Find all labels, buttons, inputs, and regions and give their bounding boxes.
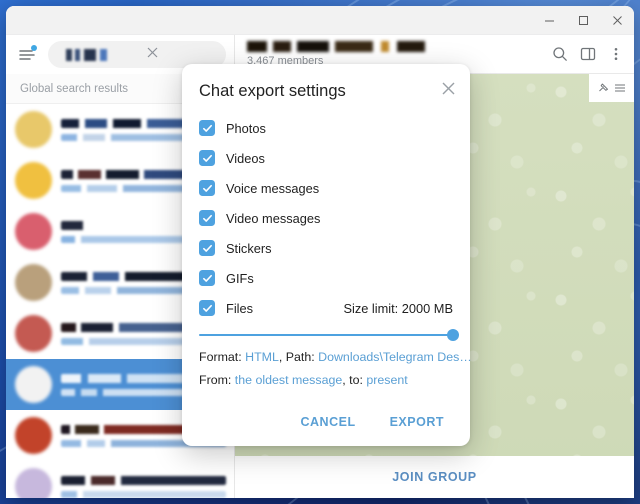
checkbox-files[interactable] bbox=[199, 300, 215, 316]
export-option-row[interactable]: Videos bbox=[199, 143, 453, 173]
close-icon[interactable] bbox=[441, 81, 456, 101]
search-icon[interactable] bbox=[546, 40, 574, 68]
export-options-list: Photos Videos Voice messages Video messages… bbox=[182, 111, 470, 323]
chat-export-settings-dialog: Chat export settings Photos Videos Voice m… bbox=[182, 64, 472, 446]
dialog-actions: CANCEL EXPORT bbox=[182, 410, 470, 446]
close-button[interactable] bbox=[600, 6, 634, 34]
more-vertical-icon[interactable] bbox=[602, 40, 630, 68]
avatar bbox=[15, 111, 52, 148]
to-label: , to: bbox=[342, 373, 367, 387]
chat-list-item[interactable] bbox=[6, 461, 234, 498]
avatar bbox=[15, 468, 52, 498]
export-option-row[interactable]: GIFs bbox=[199, 263, 453, 293]
avatar bbox=[15, 315, 52, 352]
checkbox-video-messages[interactable] bbox=[199, 210, 215, 226]
dialog-title: Chat export settings bbox=[199, 81, 346, 100]
from-to-line: From: the oldest message, to: present bbox=[199, 373, 453, 387]
menu-icon[interactable] bbox=[12, 40, 42, 70]
avatar bbox=[15, 162, 52, 199]
format-path-line: Format: HTML, Path: Downloads\Telegram D… bbox=[199, 350, 472, 364]
maximize-button[interactable] bbox=[566, 6, 600, 34]
minimize-button[interactable] bbox=[532, 6, 566, 34]
window-title-bar bbox=[6, 6, 634, 35]
export-option-row[interactable]: Voice messages bbox=[199, 173, 453, 203]
pin-icon bbox=[599, 83, 608, 91]
export-option-label: Files bbox=[226, 300, 254, 316]
join-group-button[interactable]: JOIN GROUP bbox=[235, 456, 634, 498]
avatar bbox=[15, 366, 52, 403]
export-option-label: Voice messages bbox=[226, 180, 320, 196]
checkbox-videos[interactable] bbox=[199, 150, 215, 166]
format-label: Format: bbox=[199, 350, 246, 364]
size-limit-label: Size limit: 2000 MB bbox=[343, 300, 453, 316]
export-option-label: Photos bbox=[226, 120, 266, 136]
to-value[interactable]: present bbox=[366, 373, 407, 387]
dialog-header: Chat export settings bbox=[182, 64, 470, 111]
export-option-label: GIFs bbox=[226, 270, 254, 286]
path-value[interactable]: Downloads\Telegram Des… bbox=[318, 350, 472, 364]
export-option-row[interactable]: Files Size limit: 2000 MB bbox=[199, 293, 453, 323]
search-input-value bbox=[66, 48, 146, 61]
path-label: , Path: bbox=[278, 350, 319, 364]
avatar bbox=[15, 213, 52, 250]
cancel-button[interactable]: CANCEL bbox=[295, 414, 362, 430]
format-value[interactable]: HTML bbox=[245, 350, 279, 364]
checkbox-gifs[interactable] bbox=[199, 270, 215, 286]
avatar bbox=[15, 264, 52, 301]
from-label: From: bbox=[199, 373, 235, 387]
checkbox-photos[interactable] bbox=[199, 120, 215, 136]
telegram-window: Global search results 3,467 members JOIN… bbox=[6, 6, 634, 498]
conversation-title bbox=[247, 41, 425, 52]
export-option-label: Stickers bbox=[226, 240, 272, 256]
split-view-icon[interactable] bbox=[574, 40, 602, 68]
pinned-messages-button[interactable] bbox=[589, 74, 634, 102]
checkbox-stickers[interactable] bbox=[199, 240, 215, 256]
export-option-row[interactable]: Photos bbox=[199, 113, 453, 143]
chat-list-item-title bbox=[61, 475, 226, 485]
clear-search-icon[interactable] bbox=[146, 46, 159, 64]
list-lines-icon bbox=[615, 84, 625, 92]
slider-track[interactable] bbox=[199, 329, 459, 341]
export-option-label: Video messages bbox=[226, 210, 321, 226]
from-value[interactable]: the oldest message bbox=[235, 373, 342, 387]
export-option-label: Videos bbox=[226, 150, 265, 166]
chat-list-item-text bbox=[61, 475, 226, 498]
avatar bbox=[15, 417, 52, 454]
export-button[interactable]: EXPORT bbox=[384, 414, 450, 430]
export-option-row[interactable]: Video messages bbox=[199, 203, 453, 233]
export-info: Format: HTML, Path: Downloads\Telegram D… bbox=[182, 340, 472, 396]
size-limit-slider[interactable] bbox=[182, 323, 470, 341]
slider-thumb[interactable] bbox=[447, 329, 459, 341]
export-option-row[interactable]: Stickers bbox=[199, 233, 453, 263]
menu-badge-dot bbox=[31, 44, 37, 51]
chat-list-item-preview bbox=[61, 490, 226, 498]
checkbox-voice-messages[interactable] bbox=[199, 180, 215, 196]
